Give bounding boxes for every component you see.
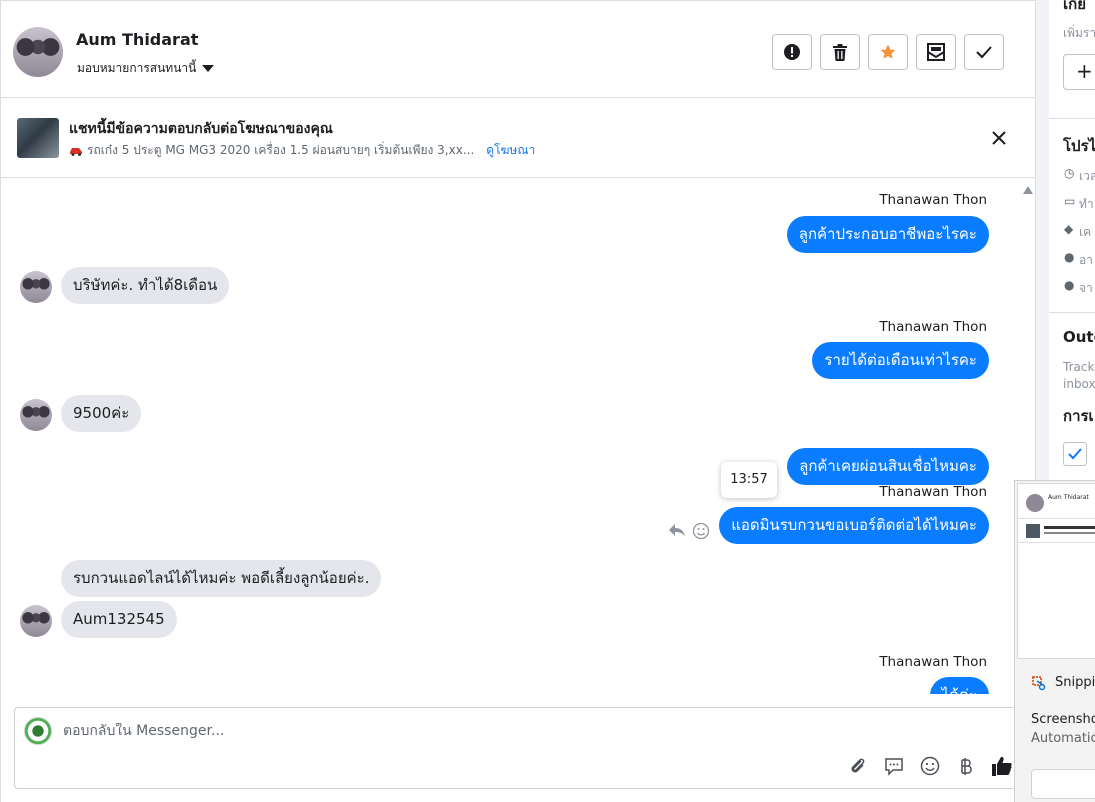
like-icon[interactable] [991, 755, 1013, 777]
snip-action-button[interactable] [1031, 769, 1095, 799]
message-bubble-outgoing[interactable]: ได้ค่ะ [929, 677, 989, 694]
profile-row-work: ทำ [1079, 197, 1094, 211]
briefcase-icon: ▭ [1064, 194, 1076, 208]
about-heading: เกี่ย [1063, 0, 1086, 13]
ad-reply-banner: แชทนี้มีข้อความตอบกลับต่อโฆษณาของคุณ รถเ… [1, 98, 1035, 178]
trash-icon [833, 43, 847, 61]
outcome-heading: Outc [1063, 328, 1095, 346]
star-button[interactable] [868, 34, 908, 70]
check-icon [1068, 448, 1082, 460]
message-actions [668, 522, 710, 540]
location-pin-icon: ● [1064, 250, 1075, 264]
conversation-header: Aum Thidarat มอบหมายการสนทนานี้ [1, 0, 1035, 98]
outcome-checkbox[interactable] [1063, 442, 1087, 466]
message-bubble-incoming[interactable]: บริษัทค่ะ. ทำได้8เดือน [61, 267, 230, 304]
page: Aum Thidarat มอบหมายการสนทนานี้ แชทนี้มี… [0, 0, 1095, 802]
preview-thumb [1026, 524, 1040, 538]
add-button[interactable]: + [1063, 54, 1095, 90]
sender-name: Thanawan Thon [879, 654, 987, 670]
mark-unread-button[interactable] [916, 34, 956, 70]
action-heading: การเ [1063, 407, 1094, 425]
preview-line [1044, 526, 1095, 529]
message-bubble-incoming[interactable]: รบกวนแอดไลน์ได้ไหมค่ะ พอดีเลี้ยงลูกน้อยค… [61, 560, 382, 597]
message-bubble-outgoing[interactable]: ลูกค้าเคยผ่อนสินเชื่อไหมคะ [787, 448, 989, 485]
payment-baht-icon[interactable] [955, 755, 977, 777]
contact-avatar[interactable] [13, 27, 63, 77]
message-bubble-outgoing[interactable]: รายได้ต่อเดือนเท่าไรคะ [812, 342, 989, 379]
divider [1049, 312, 1095, 313]
profile-row-lives-in: อา [1079, 253, 1093, 267]
page-avatar [24, 717, 52, 745]
message-bubble-incoming[interactable]: Aum132545 [61, 601, 177, 638]
contact-name[interactable]: Aum Thidarat [76, 30, 198, 49]
snipping-tool-notification[interactable]: Aum Thidarat Snippin Screensho Automatic… [1014, 480, 1095, 802]
car-icon [70, 147, 82, 156]
assign-label: มอบหมายการสนทนานี้ [77, 61, 197, 75]
snipping-tool-icon [1032, 676, 1046, 691]
location-pin-icon: ● [1064, 278, 1075, 292]
track-text-line2: inbox [1063, 377, 1095, 391]
ad-thumbnail[interactable] [17, 118, 59, 158]
emoji-icon[interactable] [919, 755, 941, 777]
chat-panel: Aum Thidarat มอบหมายการสนทนานี้ แชทนี้มี… [0, 0, 1036, 802]
scroll-up-arrow[interactable] [1023, 186, 1033, 194]
contact-avatar-small [20, 271, 52, 303]
snip-message-line1: Screensho [1031, 712, 1095, 727]
message-bubble-incoming[interactable]: 9500ค่ะ [61, 395, 142, 432]
header-actions [772, 34, 1004, 70]
preview-avatar [1026, 494, 1044, 512]
sender-name: Thanawan Thon [879, 484, 987, 500]
add-info-text: เพิ่มรา [1063, 26, 1095, 40]
attachment-icon[interactable] [847, 755, 869, 777]
message-bubble-outgoing[interactable]: ลูกค้าประกอบอาชีพอะไรคะ [786, 216, 989, 253]
ad-banner-title: แชทนี้มีข้อความตอบกลับต่อโฆษณาของคุณ [69, 121, 333, 137]
track-text-line1: Track l [1063, 360, 1095, 374]
assign-conversation-dropdown[interactable]: มอบหมายการสนทนานี้ [77, 59, 215, 78]
alert-icon [784, 44, 800, 60]
view-ad-link[interactable]: ดูโฆษณา [486, 141, 535, 160]
message-thread: Thanawan Thon ลูกค้าประกอบอาชีพอะไรคะ บร… [1, 178, 1035, 694]
message-bubble-outgoing[interactable]: แอดมินรบกวนขอเบอร์ติดต่อได้ไหมคะ [719, 507, 989, 544]
reply-input[interactable] [63, 723, 763, 739]
profile-row-from: จา [1079, 281, 1093, 295]
clock-icon: ◷ [1064, 166, 1075, 180]
sender-name: Thanawan Thon [879, 319, 987, 335]
composer-tools [847, 755, 1013, 777]
report-button[interactable] [772, 34, 812, 70]
saved-replies-icon[interactable] [883, 755, 905, 777]
message-composer [14, 707, 1027, 789]
profile-row-education: เค [1079, 225, 1092, 239]
education-icon: ◆ [1064, 222, 1074, 236]
snipping-tool-title: Snippin [1055, 675, 1095, 690]
snip-message-line2: Automatica [1031, 731, 1095, 746]
contact-avatar-small [20, 399, 52, 431]
divider [1049, 118, 1095, 119]
screenshot-preview[interactable]: Aum Thidarat [1017, 483, 1095, 659]
profile-heading: โปรไ [1063, 137, 1095, 155]
check-icon [976, 46, 992, 59]
chevron-down-icon [202, 65, 215, 72]
close-icon[interactable] [989, 128, 1009, 148]
preview-line [1044, 532, 1095, 534]
timestamp-tooltip: 13:57 [721, 462, 777, 498]
preview-divider [1018, 542, 1095, 543]
mark-done-button[interactable] [964, 34, 1004, 70]
star-icon [880, 44, 896, 59]
envelope-icon [927, 43, 945, 61]
emoji-react-icon[interactable] [692, 522, 710, 540]
sender-name: Thanawan Thon [879, 192, 987, 208]
ad-description: รถเก๋ง 5 ประตู MG MG3 2020 เครื่อง 1.5 ผ… [87, 143, 475, 157]
profile-row-time: เวล [1079, 169, 1095, 183]
preview-divider [1018, 518, 1095, 519]
preview-name: Aum Thidarat [1048, 494, 1089, 501]
reply-icon[interactable] [668, 522, 686, 538]
contact-avatar-small [20, 605, 52, 637]
delete-button[interactable] [820, 34, 860, 70]
ad-banner-subtitle: รถเก๋ง 5 ประตู MG MG3 2020 เครื่อง 1.5 ผ… [69, 141, 535, 160]
